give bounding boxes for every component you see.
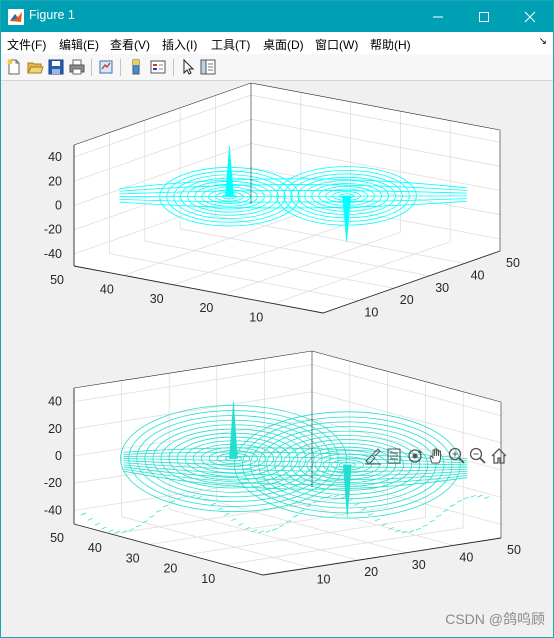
toolbar-separator [173,59,174,76]
dock-arrow-icon[interactable]: ↘ [539,36,547,47]
title-bar: Figure 1 [1,1,553,32]
close-icon [524,11,536,22]
figure-window: Figure 1 文件(F) 编辑(E) 查看(V) 插入(I) 工具(T) 桌… [0,0,554,638]
figure-canvas[interactable]: 10 20 30 40 50 10 20 30 40 50 40 20 0 -20 -40 10 20 30 40… [1,81,553,637]
y-tick-label: 30 [126,551,140,565]
z-tick-label: 0 [55,449,62,463]
link-plot-icon[interactable] [97,58,115,76]
toolbar-separator [91,59,92,76]
z-tick-label: 0 [55,199,62,213]
open-file-icon[interactable] [26,58,44,76]
menu-desktop[interactable]: 桌面(D) [263,36,304,53]
brush-icon[interactable] [363,446,383,466]
rotate-3d-icon[interactable] [405,446,425,466]
y-tick-label: 50 [50,531,64,545]
menu-file[interactable]: 文件(F) [7,36,46,53]
y-tick-label: 30 [150,292,164,306]
y-tick-label: 10 [249,311,263,325]
x-tick-label: 50 [507,543,521,557]
close-button[interactable] [507,1,553,32]
colorbar-icon[interactable] [127,58,145,76]
home-icon[interactable] [489,446,509,466]
menu-view[interactable]: 查看(V) [110,36,150,53]
x-tick-label: 40 [459,550,473,564]
x-tick-label: 20 [400,293,414,307]
x-tick-label: 10 [317,573,331,587]
x-tick-label: 50 [506,256,520,270]
y-tick-label: 20 [199,301,213,315]
maximize-icon [479,11,489,22]
x-tick-label: 20 [364,565,378,579]
menu-insert[interactable]: 插入(I) [162,36,197,53]
new-figure-icon[interactable] [5,58,23,76]
z-tick-label: 40 [48,395,62,409]
minimize-icon [433,16,443,17]
window-title: Figure 1 [29,8,75,22]
y-tick-label: 40 [88,541,102,555]
property-inspector-icon[interactable] [199,58,217,76]
watermark: CSDN @鸽呜顾 [445,611,545,627]
figure-toolbar [1,54,553,81]
z-tick-label: 20 [48,422,62,436]
y-tick-label: 10 [201,572,215,586]
z-tick-label: -20 [44,223,62,237]
menu-window[interactable]: 窗口(W) [315,36,358,53]
menu-bar: 文件(F) 编辑(E) 查看(V) 插入(I) 工具(T) 桌面(D) 窗口(W… [1,32,553,54]
y-tick-label: 40 [100,282,114,296]
axes-bottom[interactable]: 10 20 30 40 50 10 20 30 40 50 40 20 0 -20 -40 [44,350,521,587]
print-icon[interactable] [68,58,86,76]
x-tick-label: 40 [471,268,485,282]
y-tick-label: 20 [163,562,177,576]
minimize-button[interactable] [415,1,461,32]
pan-icon[interactable] [426,446,446,466]
x-tick-label: 30 [435,281,449,295]
x-tick-label: 10 [364,306,378,320]
axes-top[interactable]: 10 20 30 40 50 10 20 30 40 50 40 20 0 -20 -40 [44,82,520,325]
menu-edit[interactable]: 编辑(E) [59,36,99,53]
legend-icon[interactable] [149,58,167,76]
data-tips-icon[interactable] [384,446,404,466]
select-arrow-icon[interactable] [179,58,197,76]
plots-svg[interactable]: 10 20 30 40 50 10 20 30 40 50 40 20 0 -20 -40 10 20 30 40… [1,81,553,637]
z-tick-label: -40 [44,247,62,261]
z-tick-label: -40 [44,503,62,517]
x-tick-label: 30 [412,558,426,572]
menu-help[interactable]: 帮助(H) [370,36,411,53]
save-icon[interactable] [47,58,65,76]
z-tick-label: 20 [48,174,62,188]
matlab-logo-icon [8,9,24,25]
toolbar-separator [120,59,121,76]
zoom-out-icon[interactable] [468,446,488,466]
zoom-in-icon[interactable] [447,446,467,466]
menu-tools[interactable]: 工具(T) [211,36,250,53]
y-tick-label: 50 [50,273,64,287]
maximize-button[interactable] [461,1,507,32]
z-tick-label: -20 [44,476,62,490]
z-tick-label: 40 [48,150,62,164]
